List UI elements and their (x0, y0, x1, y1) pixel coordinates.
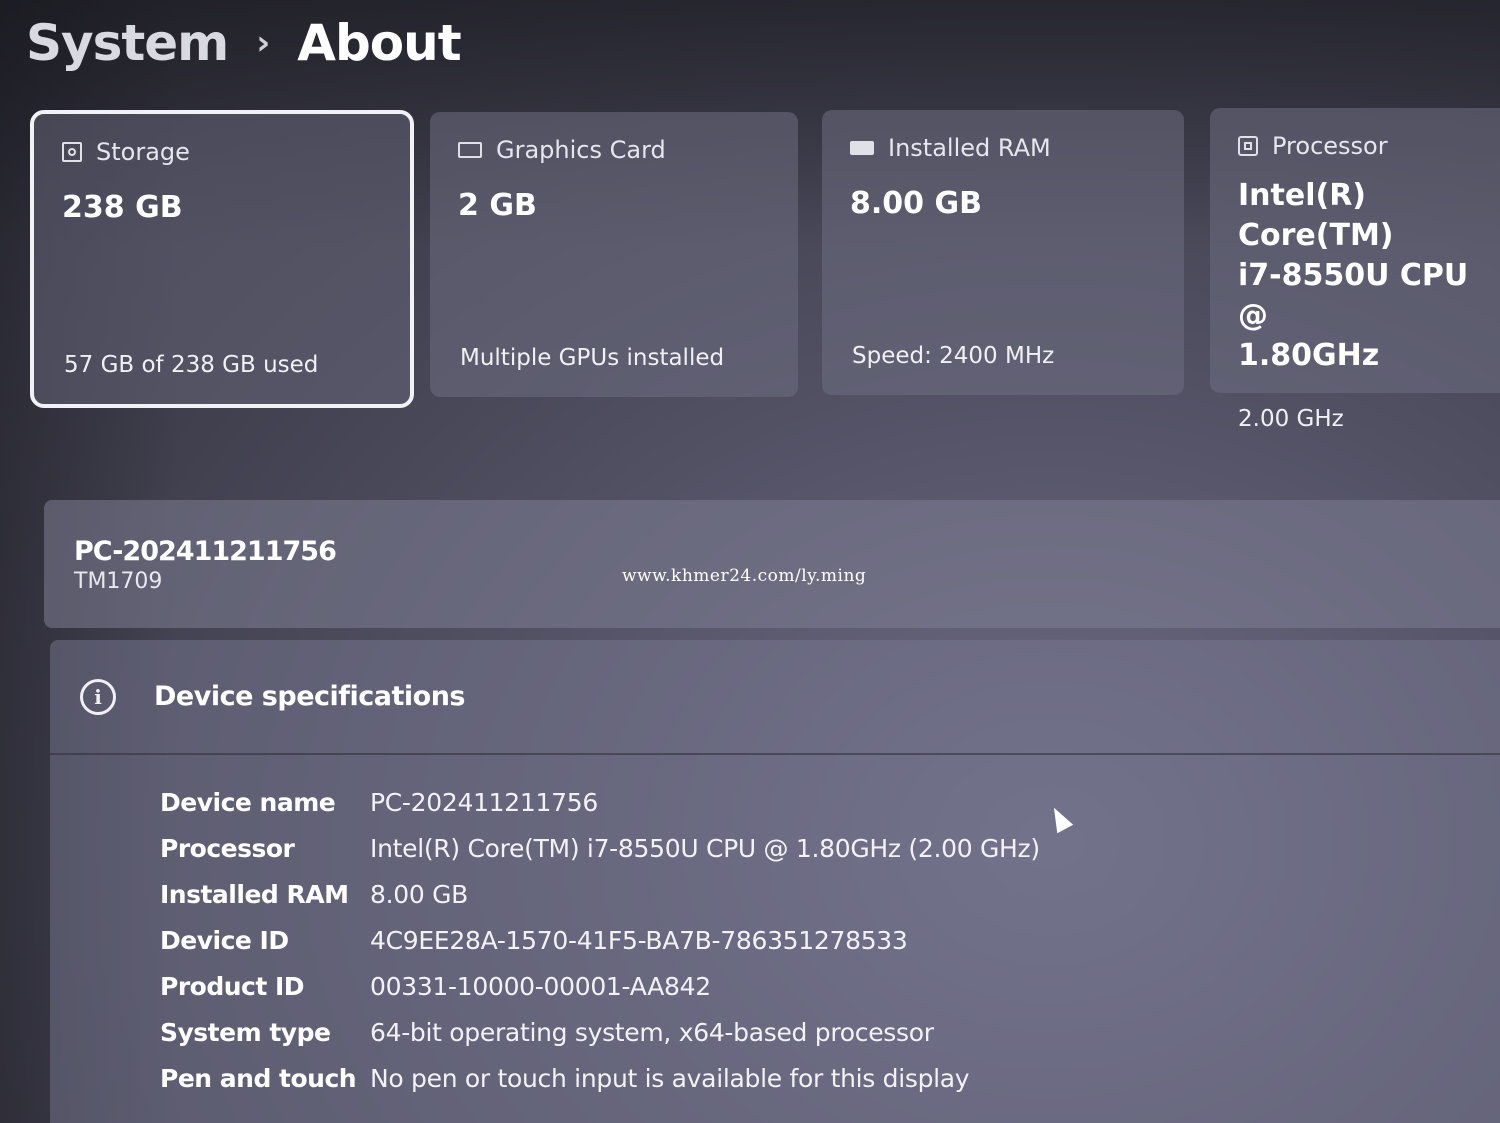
watermark: www.khmer24.com/ly.ming (622, 566, 867, 586)
spec-label: System type (160, 1017, 331, 1047)
storage-card[interactable]: Storage 238 GB 57 GB of 238 GB used (30, 110, 414, 408)
spec-label: Processor (160, 833, 295, 863)
graphics-card-title: Graphics Card (496, 136, 666, 164)
installed-ram-title: Installed RAM (888, 134, 1051, 162)
spec-label: Product ID (160, 971, 305, 1001)
spec-row-device-name: Device name PC-202411211756 (160, 779, 1500, 825)
installed-ram-header: Installed RAM (850, 134, 1156, 162)
info-icon: i (80, 678, 116, 715)
spec-value[interactable]: 8.00 GB (370, 880, 468, 909)
processor-value-line: Intel(R) Core(TM) (1238, 178, 1394, 253)
spec-value[interactable]: PC-202411211756 (370, 788, 598, 817)
processor-speed: 2.00 GHz (1238, 406, 1344, 432)
graphics-card-icon (458, 142, 482, 158)
page-title: About (297, 14, 461, 72)
spec-label: Pen and touch (160, 1063, 357, 1093)
spec-label: Device ID (160, 925, 289, 955)
spec-row-product-id: Product ID 00331-10000-00001-AA842 (160, 963, 1500, 1009)
processor-value-line: i7-8550U CPU @ (1238, 258, 1469, 333)
storage-card-usage: 57 GB of 238 GB used (64, 352, 319, 378)
spec-row-processor: Processor Intel(R) Core(TM) i7-8550U CPU… (160, 825, 1500, 871)
storage-card-title: Storage (96, 138, 190, 166)
processor-header: Processor (1238, 132, 1500, 160)
spec-value[interactable]: No pen or touch input is available for t… (370, 1064, 970, 1093)
storage-card-value: 238 GB (62, 190, 183, 225)
installed-ram-card[interactable]: Installed RAM 8.00 GB Speed: 2400 MHz (822, 110, 1184, 395)
device-specifications-list: Device name PC-202411211756 Processor In… (50, 755, 1500, 1101)
breadcrumb: System › About (26, 14, 462, 72)
processor-card[interactable]: Processor Intel(R) Core(TM) i7-8550U CPU… (1210, 108, 1500, 432)
processor-title: Processor (1272, 132, 1388, 160)
graphics-card-card[interactable]: Graphics Card 2 GB Multiple GPUs install… (430, 112, 798, 397)
processor-icon (1238, 136, 1258, 156)
breadcrumb-system[interactable]: System (26, 14, 229, 72)
spec-value[interactable]: 00331-10000-00001-AA842 (370, 972, 711, 1001)
spec-value[interactable]: Intel(R) Core(TM) i7-8550U CPU @ 1.80GHz… (370, 834, 1040, 863)
spec-row-system-type: System type 64-bit operating system, x64… (160, 1009, 1500, 1055)
processor-value: Intel(R) Core(TM) i7-8550U CPU @ 1.80GHz (1238, 176, 1500, 376)
graphics-card-value: 2 GB (458, 188, 537, 223)
device-specifications-title: Device specifications (154, 681, 466, 712)
graphics-card-note: Multiple GPUs installed (460, 345, 725, 371)
spec-label: Installed RAM (160, 879, 349, 909)
pc-name-panel: PC-202411211756 TM1709 (44, 500, 1500, 628)
spec-row-pen-and-touch: Pen and touch No pen or touch input is a… (160, 1055, 1500, 1101)
spec-value[interactable]: 4C9EE28A-1570-41F5-BA7B-786351278533 (370, 926, 908, 955)
ram-icon (850, 141, 874, 155)
spec-row-device-id: Device ID 4C9EE28A-1570-41F5-BA7B-786351… (160, 917, 1500, 963)
installed-ram-speed: Speed: 2400 MHz (852, 343, 1055, 369)
spec-row-installed-ram: Installed RAM 8.00 GB (160, 871, 1500, 917)
storage-icon (62, 142, 82, 162)
chevron-right-icon: › (256, 23, 270, 63)
installed-ram-value: 8.00 GB (850, 186, 982, 221)
graphics-card-header: Graphics Card (458, 136, 770, 164)
spec-label: Device name (160, 787, 336, 817)
storage-card-header: Storage (62, 138, 382, 166)
device-specifications-header[interactable]: i Device specifications (50, 640, 1500, 755)
processor-value-line: 1.80GHz (1238, 338, 1380, 373)
device-specifications-panel: i Device specifications Device name PC-2… (50, 640, 1500, 1123)
pc-name: PC-202411211756 (74, 536, 337, 567)
spec-value[interactable]: 64-bit operating system, x64-based proce… (370, 1018, 934, 1047)
